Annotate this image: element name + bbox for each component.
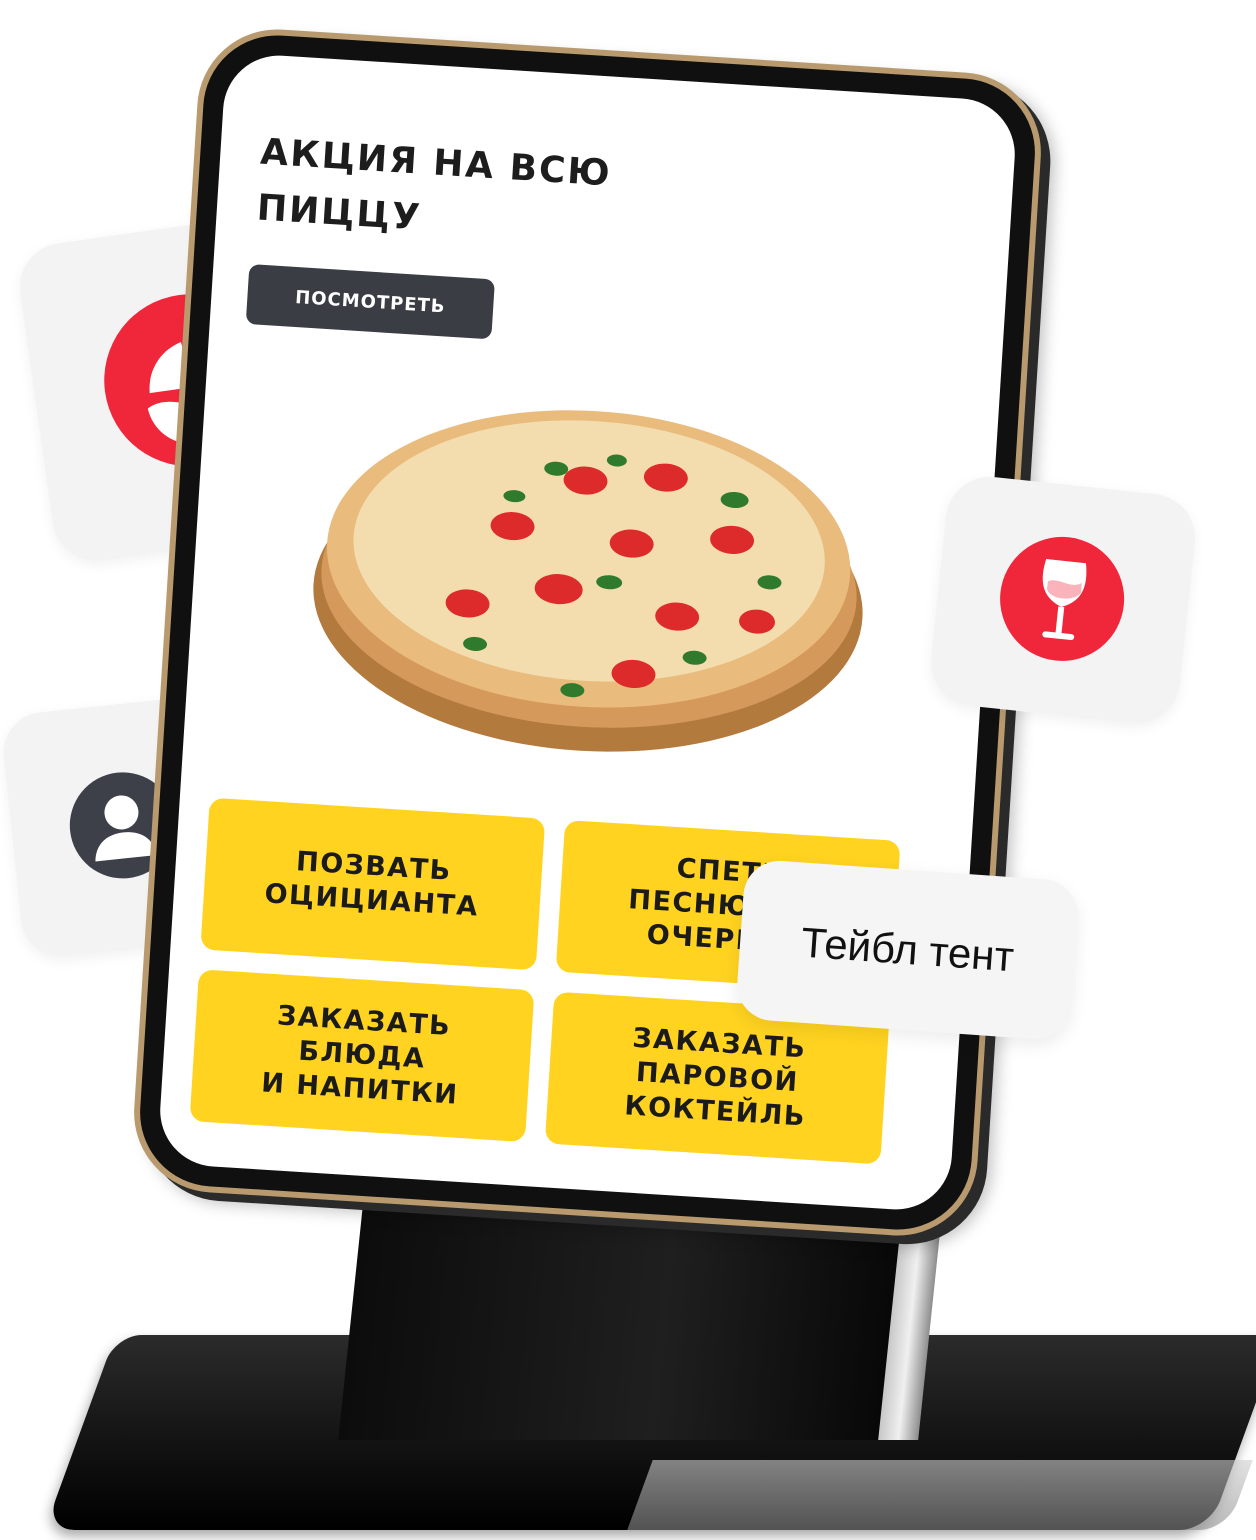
call-waiter-button[interactable]: ПОЗВАТЬ ОЦИЦИАНТА <box>200 797 546 971</box>
table-tent-badge: Тейбл тент <box>734 858 1081 1042</box>
wine-glass-icon <box>993 530 1131 668</box>
tablet-screen: АКЦИЯ НА ВСЮ ПИЦЦУ ПОСМОТРЕТЬ ПОЗВАТЬ ОЦ… <box>156 52 1019 1213</box>
promo-title: АКЦИЯ НА ВСЮ ПИЦЦУ <box>255 131 613 239</box>
table-tent-label: Тейбл тент <box>799 918 1016 981</box>
view-promo-button[interactable]: ПОСМОТРЕТЬ <box>245 264 495 340</box>
order-food-button[interactable]: ЗАКАЗАТЬ БЛЮДА И НАПИТКИ <box>189 969 535 1143</box>
scene: АКЦИЯ НА ВСЮ ПИЦЦУ ПОСМОТРЕТЬ ПОЗВАТЬ ОЦ… <box>0 0 1256 1540</box>
wine-card <box>926 472 1200 728</box>
stand-base-edge <box>627 1460 1253 1530</box>
tablet: АКЦИЯ НА ВСЮ ПИЦЦУ ПОСМОТРЕТЬ ПОЗВАТЬ ОЦ… <box>129 24 1046 1241</box>
pizza-image <box>313 410 863 752</box>
